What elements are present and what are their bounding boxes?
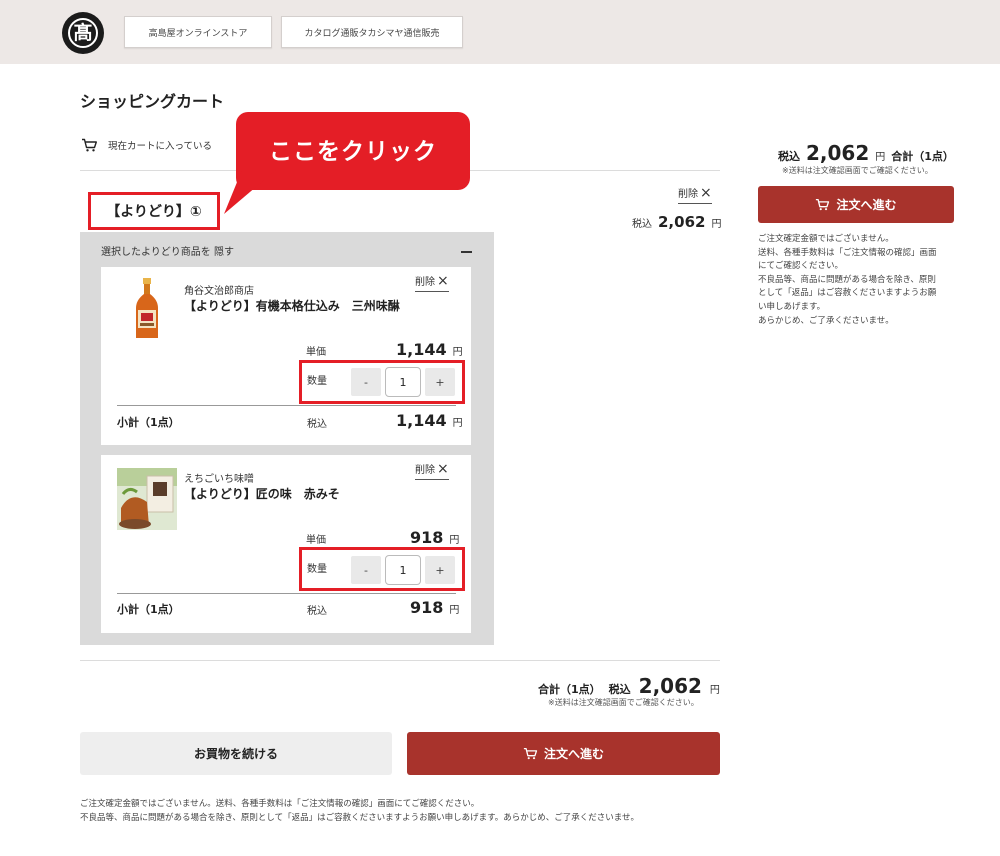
subtotal-label: 小計（1点） bbox=[117, 416, 180, 429]
divider bbox=[117, 593, 456, 594]
item-shop-name: えちごいち味噌 bbox=[184, 474, 254, 485]
sidebar-note-line: ご注文確定金額ではございません。 bbox=[758, 234, 894, 244]
nav-online-store-button[interactable]: 高島屋オンラインストア bbox=[124, 16, 272, 48]
nav-catalog-button[interactable]: カタログ通販タカシマヤ通信販売 bbox=[281, 16, 463, 48]
group-tax-label: 税込 bbox=[632, 219, 652, 230]
sidebar-note-line: 不良品等、商品に問題がある場合を除き、原則 bbox=[758, 274, 936, 285]
unit-price-label: 単価 bbox=[306, 535, 326, 546]
yen-label: 円 bbox=[711, 219, 722, 230]
sidebar-tax-label: 税込 bbox=[778, 150, 800, 163]
subtotal: 918 円 bbox=[410, 598, 459, 617]
total-count-label: 合計（1点） bbox=[538, 683, 601, 696]
sidebar-count-label: 合計（1点） bbox=[891, 150, 954, 163]
item-delete-link[interactable]: 削除 × bbox=[415, 461, 449, 480]
group-total-amount: 2,062 bbox=[658, 213, 706, 231]
mirin-bottle-image bbox=[136, 278, 158, 338]
cart-status-text: 現在カートに入っている bbox=[108, 141, 213, 152]
subtotal-amount: 1,144 bbox=[396, 411, 447, 430]
yen-label: 円 bbox=[449, 535, 460, 546]
quantity-decrease-button[interactable]: - bbox=[351, 556, 381, 584]
cart-status: 現在カートに入っている bbox=[81, 138, 212, 152]
sidebar-total-amount: 2,062 bbox=[806, 141, 870, 165]
checkout-button[interactable]: 注文へ進む bbox=[407, 732, 720, 775]
unit-price-label: 単価 bbox=[306, 347, 326, 358]
total-tax-label: 税込 bbox=[608, 683, 631, 696]
item-delete-link[interactable]: 削除 × bbox=[415, 273, 449, 292]
unit-price-amount: 1,144 bbox=[396, 340, 447, 359]
cart-icon bbox=[523, 747, 538, 760]
continue-shopping-button[interactable]: お買物を続ける bbox=[80, 732, 392, 775]
collapse-icon[interactable] bbox=[461, 251, 472, 253]
item-product-name[interactable]: 【よりどり】匠の味 赤みそ bbox=[184, 485, 340, 502]
yoridori-group-title[interactable]: 【よりどり】① bbox=[88, 192, 220, 230]
sidebar-total: 税込 2,062 円 合計（1点） bbox=[778, 141, 954, 165]
sidebar-note-line: い申しあげます。 bbox=[758, 301, 826, 312]
sidebar-note-line: あらかじめ、ご了承くださいませ。 bbox=[758, 315, 894, 326]
quantity-label: 数量 bbox=[307, 376, 327, 387]
footer-notes: ご注文確定金額ではございません。送料、各種手数料は「ご注文情報の確認」画面にてご… bbox=[80, 797, 639, 825]
divider bbox=[80, 660, 720, 661]
quantity-decrease-button[interactable]: - bbox=[351, 368, 381, 396]
close-icon: × bbox=[700, 184, 712, 201]
unit-price: 1,144 円 bbox=[396, 340, 463, 359]
callout-pointer bbox=[224, 170, 276, 214]
subtotal-amount: 918 bbox=[410, 598, 444, 617]
subtotal-tax-label: 税込 bbox=[307, 419, 327, 430]
close-icon: × bbox=[437, 460, 449, 477]
sidebar-checkout-button[interactable]: 注文へ進む bbox=[758, 186, 954, 223]
sidebar-checkout-label: 注文へ進む bbox=[836, 198, 897, 212]
unit-price: 918 円 bbox=[410, 528, 459, 547]
group-delete-link[interactable]: 削除 × bbox=[678, 185, 712, 204]
subtotal: 1,144 円 bbox=[396, 411, 463, 430]
quantity-input[interactable]: 1 bbox=[385, 555, 421, 585]
yen-label: 円 bbox=[452, 418, 463, 429]
yen-label: 円 bbox=[452, 347, 463, 358]
cart-icon bbox=[816, 198, 830, 211]
sidebar-note-line: として「返品」はご容赦くださいますようお願 bbox=[758, 288, 937, 299]
item-shop-name: 角谷文治郎商店 bbox=[184, 286, 254, 297]
sidebar-shipping-note: ※送料は注文確認画面でご確認ください。 bbox=[782, 166, 933, 175]
cart-icon bbox=[82, 138, 97, 152]
item-delete-label: 削除 bbox=[415, 465, 435, 476]
quantity-input[interactable]: 1 bbox=[385, 367, 421, 397]
sidebar-note-line: にてご確認ください。 bbox=[758, 261, 844, 272]
total-amount: 2,062 bbox=[638, 674, 702, 698]
quantity-increase-button[interactable]: + bbox=[425, 368, 455, 396]
footer-note: 不良品等、商品に問題がある場合を除き、原則として「返品」はご容赦くださいますよう… bbox=[80, 813, 640, 823]
footer-note: ご注文確定金額ではございません。送料、各種手数料は「ご注文情報の確認」画面にてご… bbox=[80, 799, 480, 809]
takashimaya-logo[interactable]: 髙 bbox=[62, 12, 104, 54]
item-delete-label: 削除 bbox=[415, 277, 435, 288]
quantity-label: 数量 bbox=[307, 564, 327, 575]
sidebar-note-line: 送料、各種手数料は「ご注文情報の確認」画面 bbox=[758, 247, 937, 258]
yen-label: 円 bbox=[709, 685, 720, 696]
yen-label: 円 bbox=[449, 605, 460, 616]
divider bbox=[117, 405, 456, 406]
group-total: 税込 2,062 円 bbox=[632, 213, 721, 231]
unit-price-amount: 918 bbox=[410, 528, 444, 547]
shipping-note: ※送料は注文確認画面でご確認ください。 bbox=[548, 698, 699, 707]
item-product-name[interactable]: 【よりどり】有機本格仕込み 三州味醂 bbox=[184, 297, 400, 314]
subtotal-tax-label: 税込 bbox=[307, 606, 327, 617]
sidebar-notes: ご注文確定金額ではございません。 送料、各種手数料は「ご注文情報の確認」画面 に… bbox=[758, 233, 958, 328]
yen-label: 円 bbox=[875, 152, 886, 163]
quantity-increase-button[interactable]: + bbox=[425, 556, 455, 584]
subtotal-label: 小計（1点） bbox=[117, 603, 180, 616]
cart-total: 合計（1点） 税込 2,062 円 bbox=[538, 674, 720, 698]
logo-mark: 髙 bbox=[68, 18, 98, 48]
group-delete-label: 削除 bbox=[678, 189, 698, 200]
hide-items-toggle[interactable]: 選択したよりどり商品を 隠す bbox=[101, 243, 234, 258]
page-title: ショッピングカート bbox=[80, 92, 225, 111]
checkout-label: 注文へ進む bbox=[543, 747, 604, 761]
red-miso-image bbox=[117, 468, 177, 530]
close-icon: × bbox=[437, 272, 449, 289]
